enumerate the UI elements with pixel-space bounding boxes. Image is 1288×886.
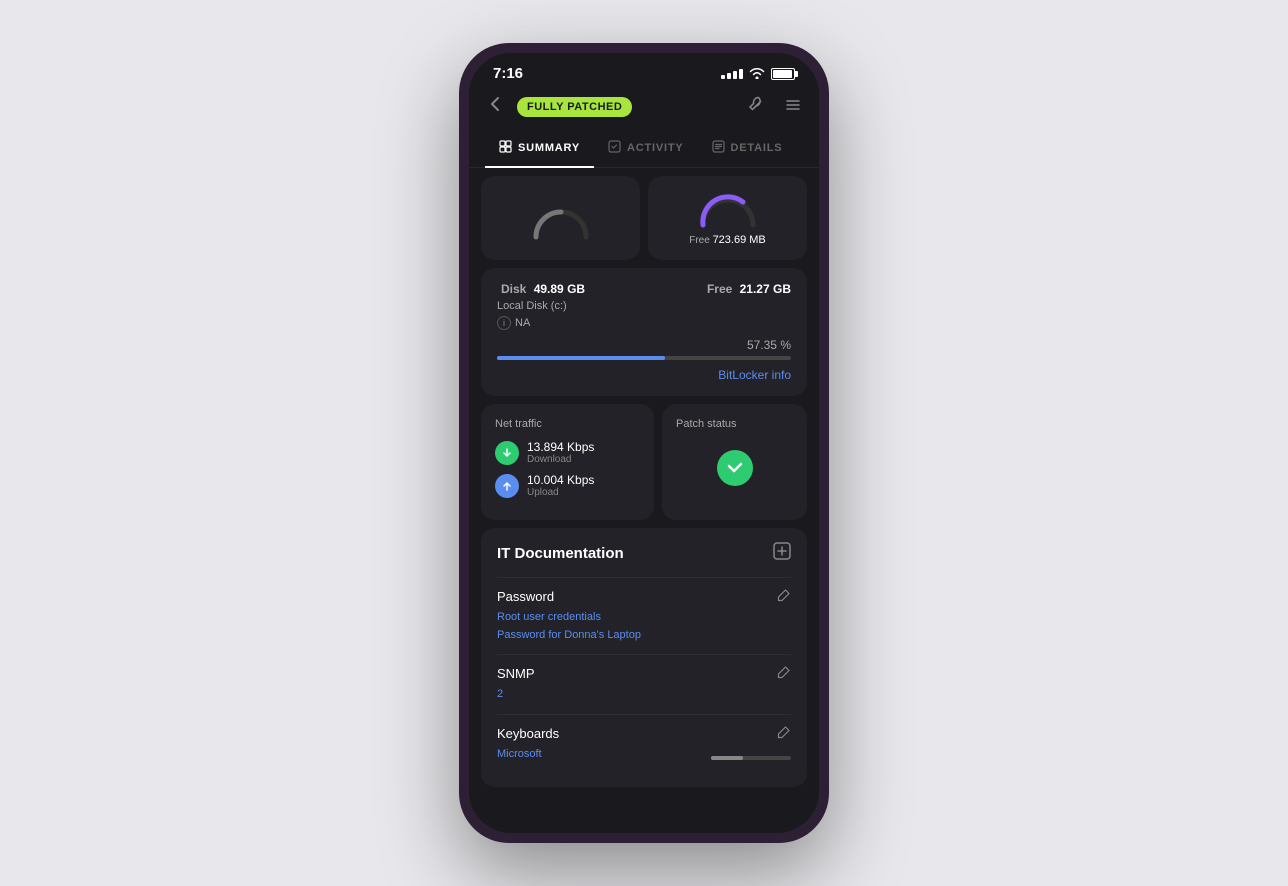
summary-tab-icon bbox=[499, 140, 512, 156]
back-button[interactable] bbox=[485, 94, 505, 120]
ram-gauge-card: Free 723.69 MB bbox=[648, 176, 807, 260]
menu-icon[interactable] bbox=[783, 95, 803, 120]
doc-item-password-icon[interactable] bbox=[777, 588, 791, 605]
tab-activity[interactable]: ACTIVITY bbox=[594, 130, 698, 168]
cpu-gauge-card bbox=[481, 176, 640, 260]
tab-activity-label: ACTIVITY bbox=[627, 142, 684, 154]
ram-free-label: Free 723.69 MB bbox=[689, 234, 766, 246]
phone-frame: 7:16 bbox=[459, 43, 829, 843]
it-doc-add-button[interactable] bbox=[773, 542, 791, 565]
scroll-indicator-fill bbox=[711, 756, 743, 760]
status-icons bbox=[721, 66, 795, 82]
tab-details-label: DETAILS bbox=[731, 142, 783, 154]
it-doc-header: IT Documentation bbox=[497, 542, 791, 565]
download-item: 13.894 Kbps Download bbox=[495, 440, 640, 465]
net-traffic-title: Net traffic bbox=[495, 418, 640, 430]
tab-details[interactable]: DETAILS bbox=[698, 130, 797, 168]
disk-free-text: Free bbox=[707, 282, 736, 296]
ram-gauge-svg bbox=[698, 190, 758, 230]
status-time: 7:16 bbox=[493, 65, 523, 82]
disk-free-value: 21.27 GB bbox=[740, 282, 791, 296]
doc-item-keyboards-icon[interactable] bbox=[777, 725, 791, 742]
activity-tab-icon bbox=[608, 140, 621, 156]
download-speed: 13.894 Kbps bbox=[527, 440, 594, 454]
patched-badge: FULLY PATCHED bbox=[517, 97, 632, 117]
doc-item-snmp-value[interactable]: 2 bbox=[497, 686, 791, 704]
header: FULLY PATCHED bbox=[469, 88, 819, 130]
tools-icon[interactable] bbox=[747, 95, 767, 120]
doc-item-password: Password Root user credentials Password … bbox=[497, 577, 791, 654]
disk-percent-row: 57.35 % bbox=[497, 338, 791, 352]
download-label: Download bbox=[527, 454, 594, 465]
doc-item-password-header: Password bbox=[497, 588, 791, 605]
tab-summary-label: SUMMARY bbox=[518, 142, 580, 154]
upload-item: 10.004 Kbps Upload bbox=[495, 473, 640, 498]
info-circle-icon: i bbox=[497, 316, 511, 330]
phone-screen: 7:16 bbox=[469, 53, 819, 833]
doc-item-keyboards: Keyboards Microsoft bbox=[497, 714, 791, 774]
details-tab-icon bbox=[712, 140, 725, 156]
scroll-indicator bbox=[711, 756, 791, 760]
disk-progress-fill bbox=[497, 356, 665, 360]
disk-na-value: NA bbox=[515, 317, 530, 329]
doc-item-snmp-name: SNMP bbox=[497, 666, 535, 681]
gauges-row: Free 723.69 MB bbox=[469, 168, 819, 268]
tabs-bar: SUMMARY ACTIVITY bbox=[469, 130, 819, 168]
upload-label: Upload bbox=[527, 487, 594, 498]
content-area: Free 723.69 MB Disk 49.89 GB Free 21.27 … bbox=[469, 168, 819, 833]
disk-local-label: Local Disk (c:) bbox=[497, 300, 791, 312]
disk-percent-value: 57.35 % bbox=[747, 338, 791, 352]
patch-status-title: Patch status bbox=[676, 418, 737, 430]
patch-check-icon bbox=[717, 450, 753, 486]
disk-progress-bar bbox=[497, 356, 791, 360]
upload-icon bbox=[495, 474, 519, 498]
ram-free-text: Free bbox=[689, 235, 712, 246]
disk-na-row: i NA bbox=[497, 316, 791, 330]
doc-item-keyboards-header: Keyboards bbox=[497, 725, 791, 742]
doc-item-snmp: SNMP 2 bbox=[497, 654, 791, 714]
wifi-icon bbox=[749, 66, 765, 82]
patch-checkmark bbox=[725, 456, 745, 481]
download-info: 13.894 Kbps Download bbox=[527, 440, 594, 465]
it-documentation-card: IT Documentation Password bbox=[481, 528, 807, 787]
status-bar: 7:16 bbox=[469, 53, 819, 88]
cpu-gauge-svg bbox=[531, 202, 591, 242]
doc-item-snmp-header: SNMP bbox=[497, 665, 791, 682]
disk-free-label: Free 21.27 GB bbox=[703, 282, 791, 296]
doc-item-snmp-icon[interactable] bbox=[777, 665, 791, 682]
ram-free-value: 723.69 MB bbox=[713, 234, 766, 246]
net-traffic-card: Net traffic 13.894 Kbps Download bbox=[481, 404, 654, 520]
doc-item-keyboards-name: Keyboards bbox=[497, 726, 559, 741]
keyboards-row: Microsoft bbox=[497, 746, 791, 764]
disk-label-text: Disk bbox=[501, 282, 526, 296]
disk-card: Disk 49.89 GB Free 21.27 GB Local Disk (… bbox=[481, 268, 807, 396]
disk-total: 49.89 GB bbox=[534, 282, 585, 296]
doc-item-password-link1[interactable]: Root user credentials bbox=[497, 609, 791, 627]
doc-item-password-name: Password bbox=[497, 589, 554, 604]
bitlocker-link[interactable]: BitLocker info bbox=[497, 368, 791, 382]
upload-speed: 10.004 Kbps bbox=[527, 473, 594, 487]
header-actions bbox=[747, 95, 803, 120]
bottom-cards-row: Net traffic 13.894 Kbps Download bbox=[469, 404, 819, 528]
tab-summary[interactable]: SUMMARY bbox=[485, 130, 594, 168]
doc-item-keyboards-value[interactable]: Microsoft bbox=[497, 746, 542, 764]
it-doc-title: IT Documentation bbox=[497, 545, 624, 562]
disk-row-top: Disk 49.89 GB Free 21.27 GB bbox=[497, 282, 791, 296]
patch-status-card: Patch status bbox=[662, 404, 807, 520]
doc-item-password-link2[interactable]: Password for Donna's Laptop bbox=[497, 627, 791, 645]
battery-icon bbox=[771, 68, 795, 80]
upload-info: 10.004 Kbps Upload bbox=[527, 473, 594, 498]
download-icon bbox=[495, 441, 519, 465]
disk-label: Disk 49.89 GB bbox=[497, 282, 585, 296]
signal-icon bbox=[721, 69, 743, 79]
